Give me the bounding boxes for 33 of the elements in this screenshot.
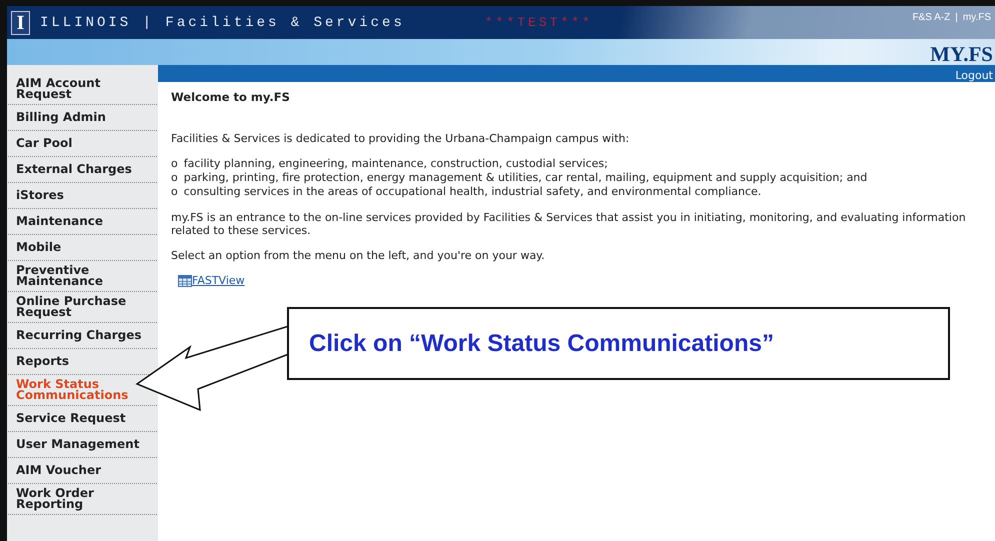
- welcome-heading: Welcome to my.FS: [171, 90, 291, 104]
- bullet-text: facility planning, engineering, maintenance, construction, custodial services;: [184, 157, 608, 171]
- intro-text: Facilities & Services is dedicated to providing the Urbana-Champaign campus with:: [171, 132, 630, 145]
- sidebar-item[interactable]: Work Order Reporting: [8, 484, 157, 515]
- sidebar-item[interactable]: User Management: [8, 432, 157, 458]
- test-label: ***TEST***: [484, 15, 593, 30]
- sidebar-item[interactable]: AIM Account Request: [8, 74, 157, 105]
- bullet-text: parking, printing, fire protection, energy management & utilities, car rental, mailing, equipment and supply acquisition; and: [184, 171, 868, 185]
- sidebar-item[interactable]: iStores: [8, 183, 157, 209]
- link-separator: |: [955, 12, 958, 23]
- sidebar-item[interactable]: Preventive Maintenance: [8, 261, 157, 292]
- fastview-link[interactable]: FASTView: [192, 274, 245, 287]
- sidebar-item[interactable]: External Charges: [8, 157, 157, 183]
- bullet-marker: o: [171, 157, 178, 171]
- callout-text: Click on “Work Status Communications”: [309, 330, 774, 358]
- sidebar-item[interactable]: Mobile: [8, 235, 157, 261]
- body-paragraph: Select an option from the menu on the left, and you're on your way.: [171, 249, 546, 262]
- table-icon: [178, 274, 192, 286]
- sidebar-item[interactable]: Car Pool: [8, 131, 157, 157]
- university-logo: I: [11, 10, 30, 34]
- sidebar-item[interactable]: Billing Admin: [8, 105, 157, 131]
- body-paragraph: my.FS is an entrance to the on-line services provided by Facilities & Services that assist you in initiating, monitoring, and evaluating information related to these services.: [171, 211, 967, 237]
- brand-logo: MY.FS: [930, 44, 994, 65]
- site-title: ILLINOIS | Facilities & Services: [40, 14, 405, 30]
- bullet-marker: o: [171, 171, 178, 185]
- sidebar-item[interactable]: Maintenance: [8, 209, 157, 235]
- sidebar-item[interactable]: AIM Voucher: [8, 458, 157, 484]
- sidebar-item[interactable]: Online Purchase Request: [8, 292, 157, 323]
- sidebar-item[interactable]: Service Request: [8, 406, 157, 432]
- bullet-text: consulting services in the areas of occupational health, industrial safety, and environmental compliance.: [184, 185, 762, 199]
- logout-link[interactable]: Logout: [955, 69, 995, 82]
- sidebar-item[interactable]: Recurring Charges: [8, 323, 157, 349]
- bullet-marker: o: [171, 185, 178, 199]
